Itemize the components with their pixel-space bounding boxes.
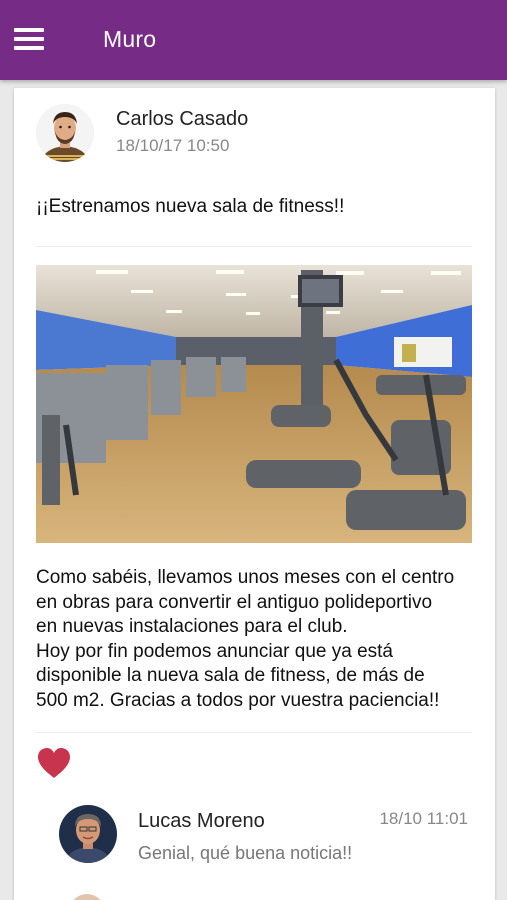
post-body-line: en obras para convertir el antiguo polid… xyxy=(36,591,433,613)
commenter-avatar[interactable] xyxy=(59,805,117,863)
post-body-line: en nuevas instalaciones para el club. xyxy=(36,616,348,637)
post-body: Como sabéis, llevamos unos meses con el … xyxy=(36,566,481,713)
comment-text: Genial, qué buena noticia!! xyxy=(138,843,353,863)
comment-author-name[interactable]: Lucas Moreno xyxy=(138,810,265,833)
post-card: Carlos Casado 18/10/17 10:50 ¡¡Estrenamo… xyxy=(14,88,495,900)
post-body-line: disponible la nueva sala de fitness, de … xyxy=(36,665,425,686)
post-body-line: Como sabéis, llevamos unos meses con el … xyxy=(36,567,455,588)
post-body-line: 500 m2. Gracias a todos por vuestra paci… xyxy=(36,689,440,711)
post-author-name[interactable]: Carlos Casado xyxy=(116,108,248,131)
author-avatar[interactable] xyxy=(36,104,94,162)
heart-icon[interactable] xyxy=(36,746,72,780)
post-image-gym[interactable] xyxy=(36,265,472,543)
post-title: ¡¡Estrenamos nueva sala de fitness!! xyxy=(36,196,345,217)
hamburger-menu-icon[interactable] xyxy=(14,28,44,50)
divider xyxy=(36,246,472,247)
comment-timestamp: 18/10 11:01 xyxy=(379,809,468,828)
post-body-line: Hoy por fin podemos anunciar que ya está xyxy=(36,640,393,662)
post-timestamp: 18/10/17 10:50 xyxy=(116,136,230,155)
commenter-avatar[interactable] xyxy=(69,894,105,900)
page-title: Muro xyxy=(103,26,157,52)
app-bar: Muro xyxy=(0,0,507,80)
divider xyxy=(36,732,472,733)
